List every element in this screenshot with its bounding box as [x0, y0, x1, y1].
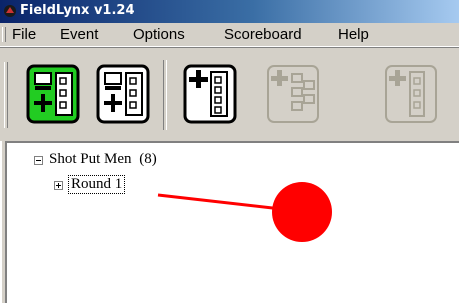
menu-event[interactable]: Event: [60, 26, 98, 43]
toolbar: [0, 47, 459, 141]
add-event-icon: [183, 64, 237, 124]
event-name: Shot Put Men: [49, 151, 132, 167]
add-round-icon: [267, 65, 319, 123]
menu-scoreboard[interactable]: Scoreboard: [224, 26, 302, 43]
event-list-icon: [26, 64, 80, 124]
menu-bar: File Event Options Scoreboard Help: [0, 23, 459, 47]
event-tree[interactable]: Shot Put Men (8) Round 1: [2, 141, 459, 303]
toolbar-button-event-list-active[interactable]: [26, 64, 80, 124]
menu-grip[interactable]: [2, 27, 6, 42]
expand-icon[interactable]: [54, 181, 63, 190]
menu-file[interactable]: File: [12, 26, 36, 43]
toolbar-button-add-flight[interactable]: [384, 64, 438, 124]
toolbar-grip[interactable]: [4, 62, 8, 128]
toolbar-separator: [163, 60, 167, 130]
menu-options[interactable]: Options: [133, 26, 185, 43]
event-count: (8): [139, 151, 157, 167]
toolbar-button-add-event[interactable]: [183, 64, 237, 124]
add-flight-icon: [385, 65, 437, 123]
collapse-icon[interactable]: [34, 156, 43, 165]
toolbar-button-event-list[interactable]: [96, 64, 150, 124]
toolbar-button-add-round[interactable]: [266, 64, 320, 124]
menu-help[interactable]: Help: [338, 26, 369, 43]
pane-edge: [2, 141, 5, 303]
round-name[interactable]: Round 1: [68, 175, 126, 194]
app-icon: [4, 5, 16, 17]
window-title: FieldLynx v1.24: [20, 3, 135, 18]
event-list-icon: [96, 64, 150, 124]
title-bar: FieldLynx v1.24: [0, 0, 459, 23]
